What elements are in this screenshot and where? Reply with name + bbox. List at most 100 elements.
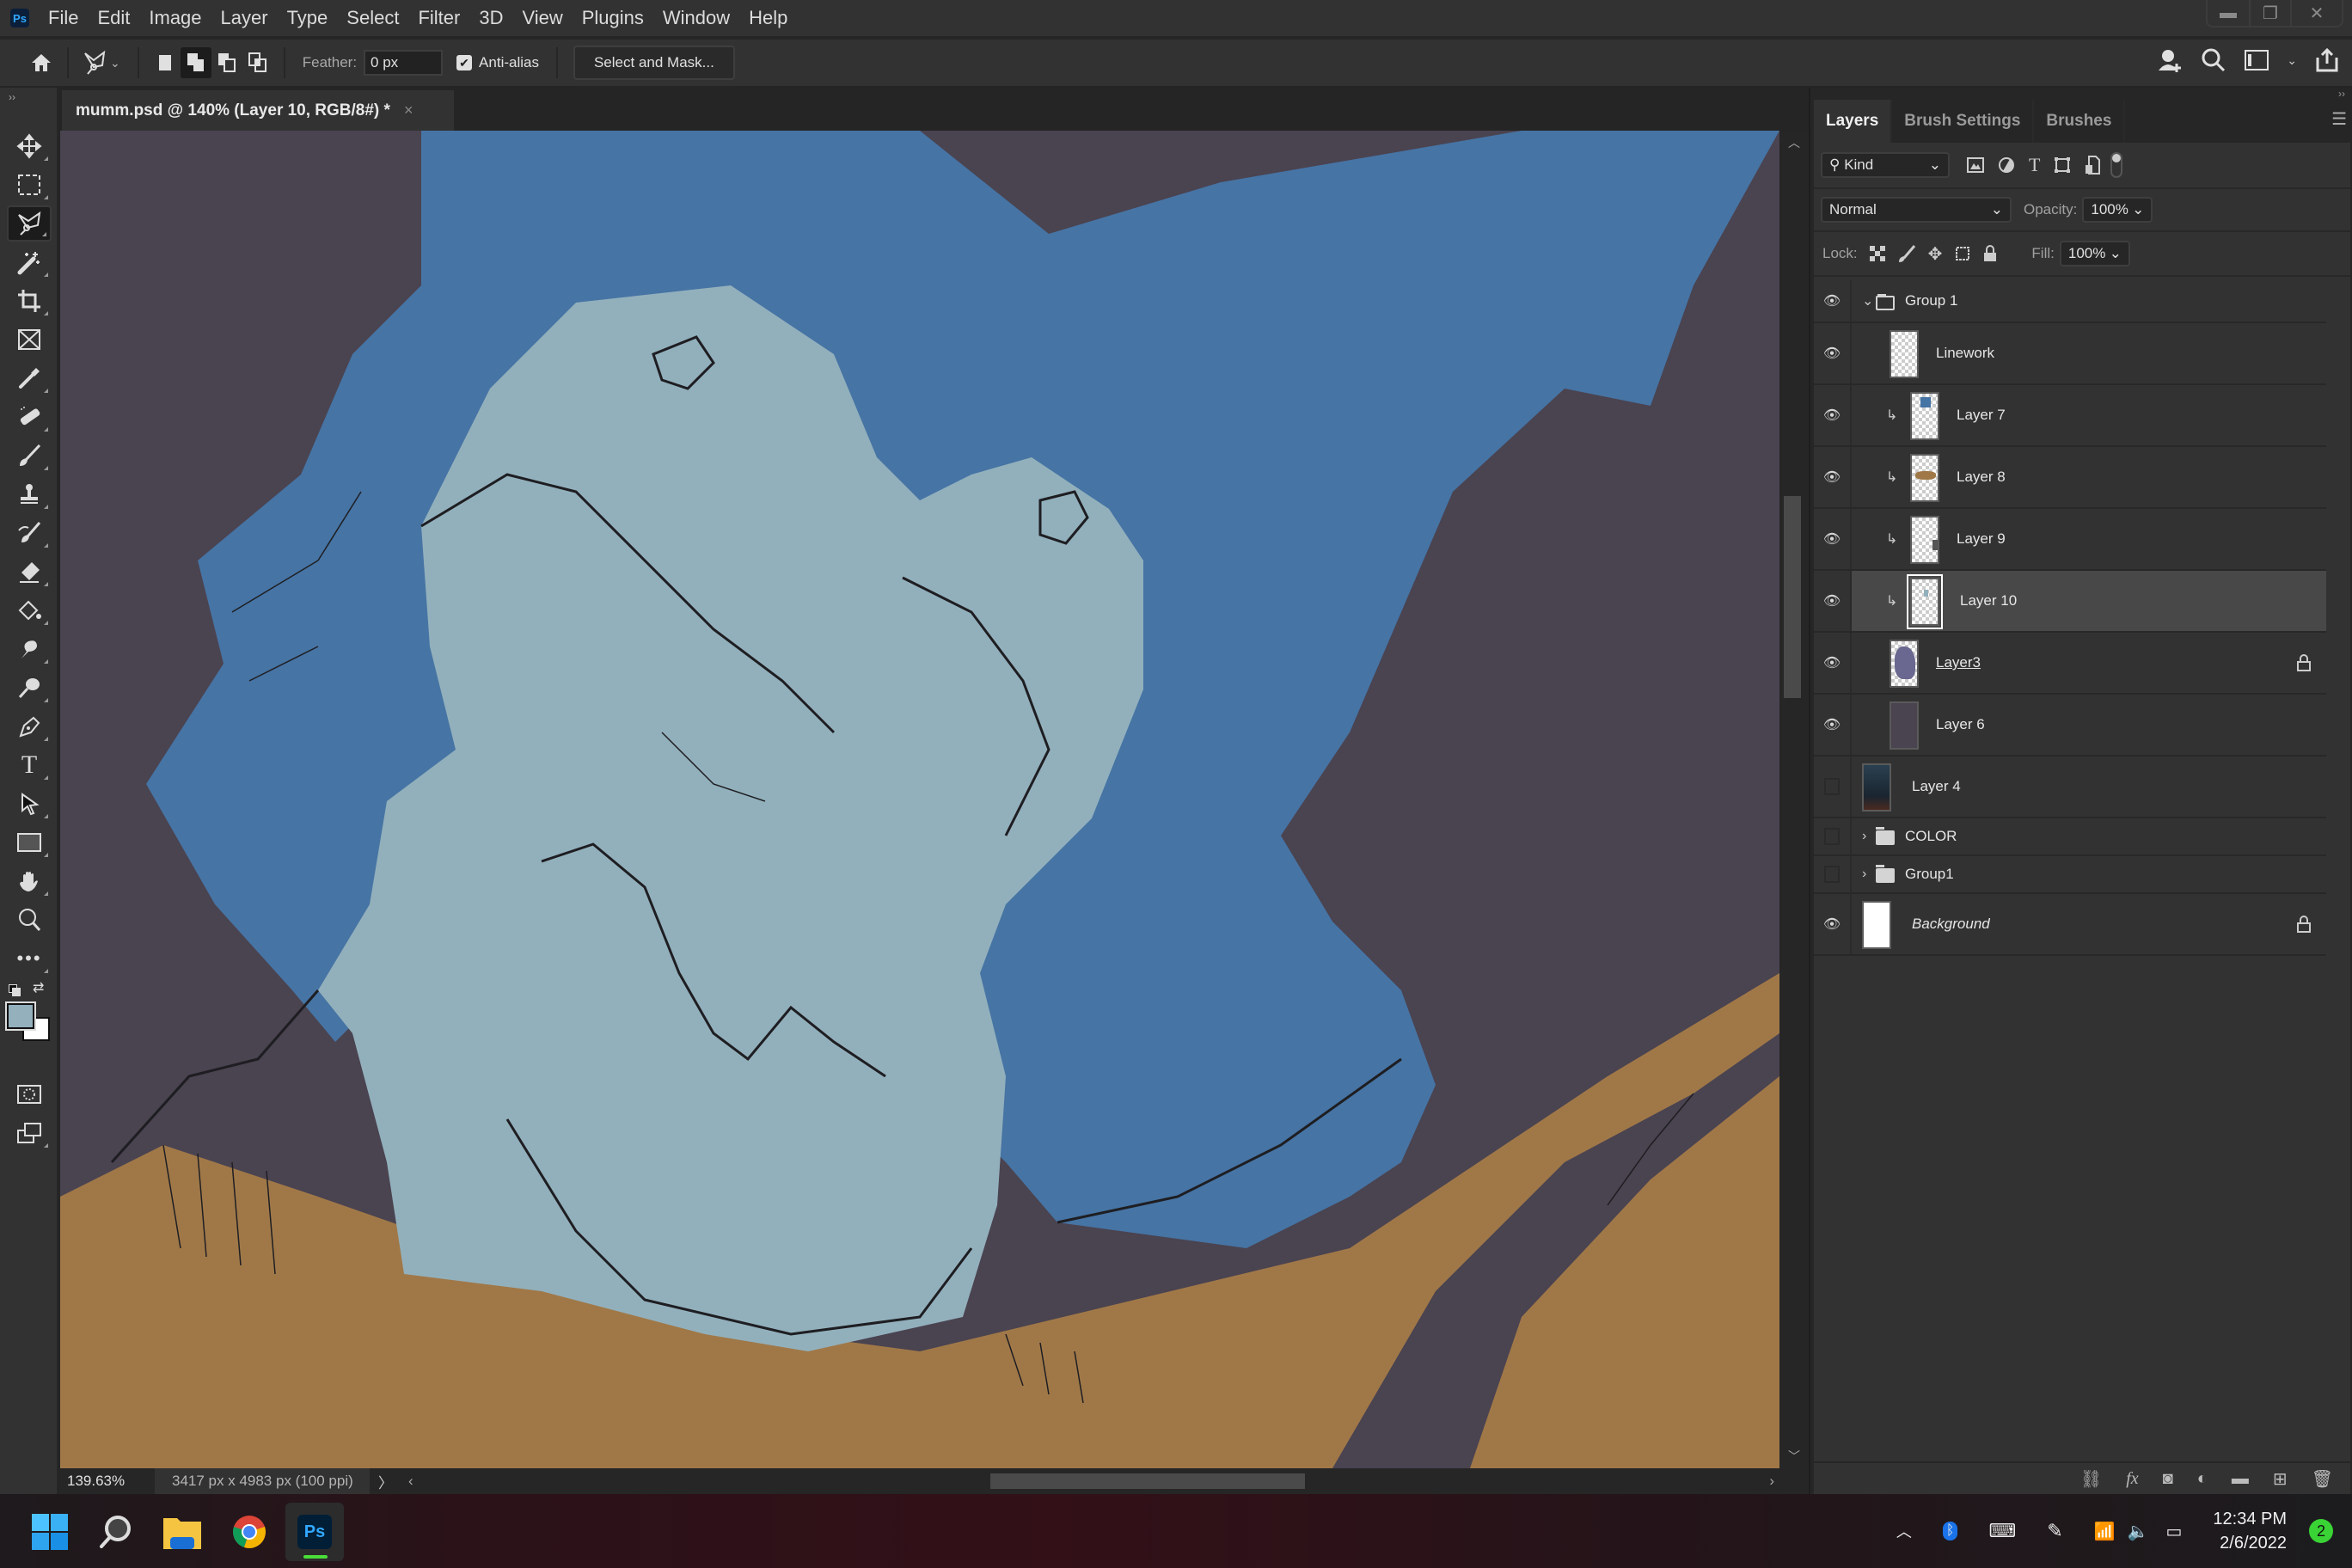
menu-plugins[interactable]: Plugins — [582, 7, 644, 29]
zoom-tool[interactable] — [7, 902, 52, 938]
smudge-tool[interactable] — [7, 631, 52, 667]
healing-brush-tool[interactable] — [7, 399, 52, 435]
layer-row-selected[interactable]: 👁 ↳ Layer 10 — [1814, 571, 2326, 633]
panel-menu-icon[interactable]: ☰ — [2331, 108, 2347, 130]
tab-layers[interactable]: Layers — [1814, 100, 1893, 143]
feather-input[interactable] — [364, 50, 444, 76]
menu-help[interactable]: Help — [749, 7, 787, 29]
tab-brushes[interactable]: Brushes — [2034, 100, 2126, 143]
eraser-tool[interactable] — [7, 554, 52, 590]
horizontal-scroll-thumb[interactable] — [990, 1473, 1305, 1489]
chevron-down-icon[interactable]: ⌄ — [110, 56, 120, 70]
chevron-down-icon[interactable]: ⌄ — [1862, 292, 1873, 309]
menu-3d[interactable]: 3D — [479, 7, 503, 29]
visibility-toggle[interactable] — [1814, 818, 1852, 854]
vertical-scroll-thumb[interactable] — [1784, 496, 1801, 698]
eyedropper-tool[interactable] — [7, 360, 52, 396]
add-to-selection-button[interactable] — [180, 47, 211, 78]
lock-artboard-icon[interactable] — [1954, 245, 1971, 262]
shape-filter-icon[interactable] — [2054, 156, 2071, 174]
layer-row[interactable]: › Group1 — [1814, 856, 2326, 894]
menu-image[interactable]: Image — [149, 7, 201, 29]
restore-button[interactable]: ❐ — [2249, 0, 2290, 26]
paint-bucket-tool[interactable] — [7, 592, 52, 628]
type-filter-icon[interactable]: T — [2029, 154, 2040, 176]
type-tool[interactable]: T — [7, 747, 52, 783]
intersect-selection-button[interactable] — [242, 47, 273, 78]
canvas[interactable] — [60, 131, 1779, 1468]
layer-row[interactable]: 👁 Linework — [1814, 323, 2326, 385]
notification-badge[interactable]: 2 — [2309, 1519, 2333, 1543]
scroll-down-icon[interactable]: ﹀ — [1788, 1448, 1800, 1465]
visibility-toggle[interactable]: 👁 — [1814, 385, 1852, 445]
layer-row[interactable]: 👁 ⌄ Group 1 — [1814, 280, 2326, 323]
scroll-up-icon[interactable]: ︿ — [1788, 134, 1800, 151]
visibility-toggle[interactable]: 👁 — [1814, 280, 1852, 322]
show-hidden-icons[interactable]: ︿ — [1896, 1520, 1912, 1542]
fill-field[interactable]: 100% ⌄ — [2059, 241, 2130, 266]
tool-preset-picker[interactable] — [79, 47, 110, 78]
status-menu-arrow-icon[interactable]: 〉 — [378, 1471, 393, 1492]
home-button[interactable] — [26, 47, 57, 78]
layer-row[interactable]: 👁 ↳ Layer 8 — [1814, 447, 2326, 509]
adjustment-icon[interactable]: ◐ — [2197, 1469, 2208, 1489]
subtract-selection-button[interactable] — [211, 47, 242, 78]
menu-layer[interactable]: Layer — [221, 7, 268, 29]
visibility-toggle[interactable] — [1814, 756, 1852, 817]
battery-icon[interactable]: ▭ — [2165, 1521, 2182, 1542]
rectangle-tool[interactable] — [7, 824, 52, 861]
visibility-toggle[interactable]: 👁 — [1814, 894, 1852, 954]
chevron-right-icon[interactable]: › — [1862, 829, 1866, 844]
path-selection-tool[interactable] — [7, 786, 52, 822]
pixel-filter-icon[interactable] — [1967, 157, 1984, 173]
visibility-toggle[interactable]: 👁 — [1814, 447, 1852, 507]
vertical-scrollbar[interactable]: ︿ ﹀ — [1779, 131, 1809, 1468]
scroll-left-icon[interactable]: ‹ — [408, 1473, 413, 1490]
document-info[interactable]: 3417 px x 4983 px (100 ppi) — [155, 1468, 370, 1494]
minimize-button[interactable]: ▬ — [2208, 0, 2249, 26]
smart-object-filter-icon[interactable] — [2085, 156, 2101, 175]
layer-row[interactable]: 👁 Layer 6 — [1814, 695, 2326, 756]
workspace-icon[interactable] — [2244, 49, 2269, 71]
workspace-chevron-icon[interactable]: ⌄ — [2287, 53, 2297, 68]
new-selection-button[interactable] — [150, 47, 181, 78]
blend-mode-dropdown[interactable]: Normal ⌄ — [1821, 197, 2012, 223]
new-group-icon[interactable]: ▬ — [2232, 1469, 2249, 1489]
layer-row[interactable]: 👁 Layer3 — [1814, 633, 2326, 695]
share-icon[interactable] — [2314, 47, 2340, 73]
visibility-toggle[interactable]: 👁 — [1814, 323, 1852, 383]
pen-icon[interactable]: ✎ — [2047, 1520, 2062, 1542]
rectangular-marquee-tool[interactable] — [7, 167, 52, 203]
start-button[interactable] — [28, 1510, 72, 1554]
history-brush-tool[interactable] — [7, 515, 52, 551]
link-icon[interactable]: ⛓ — [2080, 1468, 2102, 1490]
taskbar-search-button[interactable] — [93, 1510, 138, 1554]
lock-all-icon[interactable] — [1983, 245, 1997, 262]
document-tab[interactable]: mumm.psd @ 140% (Layer 10, RGB/8#) * × — [62, 90, 454, 131]
layer-row[interactable]: 👁 ↳ Layer 9 — [1814, 509, 2326, 571]
wifi-icon[interactable]: 📶 — [2094, 1521, 2116, 1542]
antialias-checkbox[interactable]: ✔ — [456, 55, 473, 70]
photoshop-taskbar-button[interactable]: Ps — [285, 1503, 344, 1561]
clone-stamp-tool[interactable] — [7, 476, 52, 512]
foreground-color-swatch[interactable] — [5, 1001, 36, 1031]
menu-view[interactable]: View — [522, 7, 562, 29]
lock-position-icon[interactable]: ✥ — [1928, 243, 1943, 265]
visibility-toggle[interactable]: 👁 — [1814, 571, 1852, 631]
screen-mode-button[interactable] — [7, 1115, 52, 1151]
polygonal-lasso-tool[interactable] — [7, 205, 52, 242]
opacity-field[interactable]: 100% ⌄ — [2082, 197, 2153, 223]
chevron-right-icon[interactable]: › — [1862, 867, 1866, 882]
layer-row[interactable]: 👁 Background — [1814, 894, 2326, 956]
fx-icon[interactable]: fx — [2126, 1469, 2138, 1489]
more-tools-button[interactable]: ••• — [7, 940, 52, 977]
magic-wand-tool[interactable] — [7, 244, 52, 280]
menu-type[interactable]: Type — [287, 7, 328, 29]
file-explorer-button[interactable] — [160, 1510, 205, 1554]
move-tool[interactable] — [7, 128, 52, 164]
collapse-toolbar-icon[interactable]: ›› — [0, 88, 57, 126]
swap-colors-icon[interactable]: ⇄ — [33, 979, 44, 996]
volume-icon[interactable]: 🔈 — [2128, 1521, 2149, 1542]
search-icon[interactable] — [2201, 47, 2226, 73]
invite-icon[interactable] — [2156, 46, 2184, 74]
